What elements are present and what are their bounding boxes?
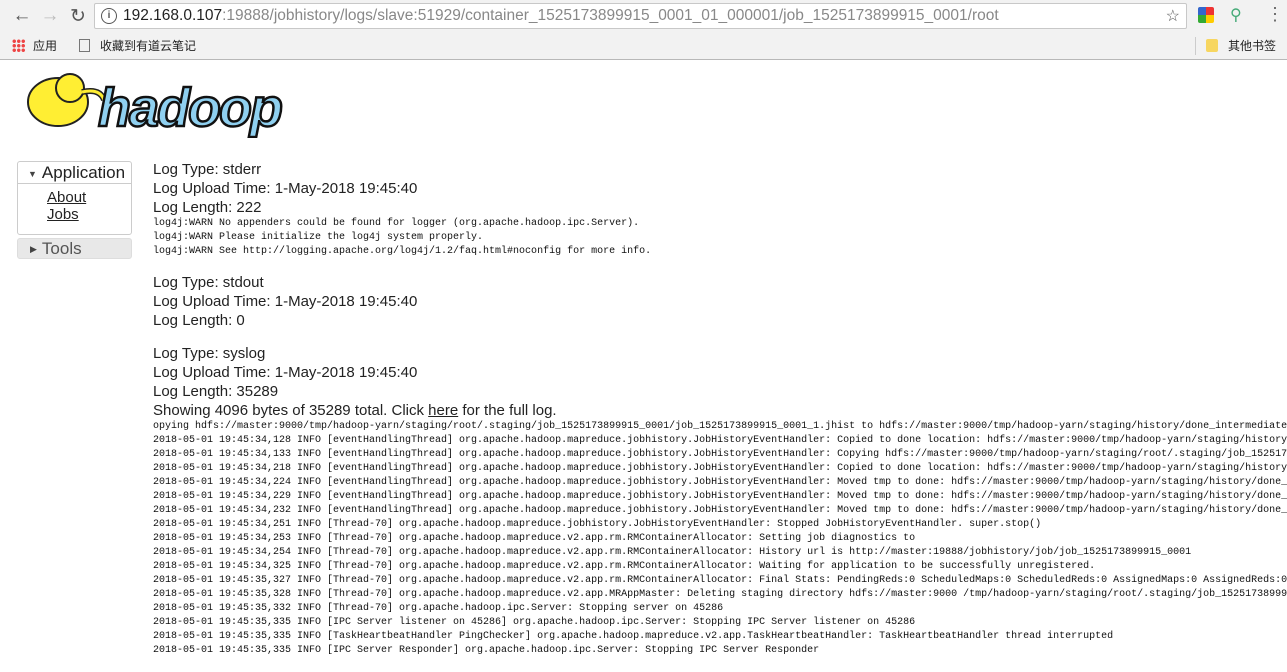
page-icon — [79, 39, 91, 52]
showing-notice: Showing 4096 bytes of 35289 total. Click… — [153, 401, 1287, 420]
log-section: Log Type: stderr Log Upload Time: 1-May-2… — [153, 160, 1287, 259]
log-line: 2018-05-01 19:45:34,128 INFO [eventHandl… — [153, 435, 1287, 446]
triangle-down-icon: ▼ — [28, 168, 37, 179]
sidebar-link-about[interactable]: About — [47, 189, 131, 206]
log-section: Log Type: syslog Log Upload Time: 1-May-2… — [153, 344, 1287, 658]
log-line: 2018-05-01 19:45:34,232 INFO [eventHandl… — [153, 505, 1287, 516]
log-line: log4j:WARN See http://logging.apache.org… — [153, 246, 652, 257]
log-line: opying hdfs://master:9000/tmp/hadoop-yar… — [153, 421, 1287, 432]
showing-text: Showing 4096 bytes of 35289 total. Click — [153, 402, 429, 419]
extension-icon[interactable] — [1198, 7, 1214, 23]
log-line: 2018-05-01 19:45:34,325 INFO [Thread-70]… — [153, 561, 1096, 572]
log-length: Log Length: 222 — [153, 199, 262, 216]
log-line: 2018-05-01 19:45:35,332 INFO [Thread-70]… — [153, 603, 724, 614]
log-line: 2018-05-01 19:45:35,335 INFO [TaskHeartb… — [153, 631, 1114, 642]
log-upload: Log Upload Time: 1-May-2018 19:45:40 — [153, 293, 418, 310]
back-icon[interactable]: ← — [8, 5, 36, 27]
address-bar[interactable]: i 192.168.0.107:19888/jobhistory/logs/sl… — [94, 3, 1187, 29]
log-line: 2018-05-01 19:45:34,251 INFO [Thread-70]… — [153, 519, 1042, 530]
log-upload: Log Upload Time: 1-May-2018 19:45:40 — [153, 364, 418, 381]
log-length: Log Length: 0 — [153, 312, 245, 329]
showing-text: for the full log. — [458, 402, 557, 419]
sidebar-link-jobs[interactable]: Jobs — [47, 206, 131, 223]
log-length: Log Length: 35289 — [153, 383, 279, 400]
triangle-right-icon: ▶ — [30, 244, 37, 255]
hadoop-logo: hadoop — [27, 73, 285, 138]
log-line: 2018-05-01 19:45:35,327 INFO [Thread-70]… — [153, 575, 1287, 586]
application-toggle[interactable]: ▼ Application — [18, 162, 131, 184]
log-type: Log Type: stderr — [153, 161, 262, 178]
menu-icon[interactable]: ⋮ — [1266, 4, 1284, 25]
apps-icon — [12, 39, 25, 52]
log-section: Log Type: stdout Log Upload Time: 1-May-2… — [153, 273, 1287, 330]
folder-icon — [1206, 39, 1218, 52]
info-icon[interactable]: i — [101, 8, 117, 24]
log-line: 2018-05-01 19:45:34,133 INFO [eventHandl… — [153, 449, 1287, 460]
bookmarks-bar: 应用 收藏到有道云笔记 其他书签 — [0, 32, 1287, 59]
bookmark-youdao[interactable]: 收藏到有道云笔记 — [69, 37, 196, 54]
log-line: 2018-05-01 19:45:34,254 INFO [Thread-70]… — [153, 547, 1192, 558]
reload-icon[interactable]: ↻ — [64, 5, 92, 28]
full-log-link[interactable]: here — [428, 402, 458, 419]
log-line: log4j:WARN No appenders could be found f… — [153, 218, 640, 229]
log-line: 2018-05-01 19:45:35,335 INFO [IPC Server… — [153, 617, 916, 628]
bookmark-label: 收藏到有道云笔记 — [100, 39, 197, 53]
bookmark-label: 应用 — [33, 39, 58, 53]
log-line: log4j:WARN Please initialize the log4j s… — [153, 232, 484, 243]
svg-text:hadoop: hadoop — [98, 78, 282, 138]
forward-icon[interactable]: → — [36, 5, 64, 27]
log-line: 2018-05-01 19:45:35,335 INFO [IPC Server… — [153, 645, 820, 656]
application-label: Application — [41, 163, 126, 182]
bookmark-star-icon[interactable]: ☆ — [1166, 6, 1180, 26]
log-line: 2018-05-01 19:45:35,328 INFO [Thread-70]… — [153, 589, 1287, 600]
log-line: 2018-05-01 19:45:34,229 INFO [eventHandl… — [153, 491, 1287, 502]
bookmark-label: 其他书签 — [1228, 39, 1277, 53]
log-line: 2018-05-01 19:45:34,253 INFO [Thread-70]… — [153, 533, 916, 544]
extension-icon[interactable]: ⚲ — [1230, 5, 1242, 25]
other-bookmarks[interactable]: 其他书签 — [1195, 36, 1277, 55]
log-line: 2018-05-01 19:45:34,218 INFO [eventHandl… — [153, 463, 1287, 474]
bookmark-apps[interactable]: 应用 — [12, 37, 57, 54]
sidebar-tools-toggle[interactable]: ▶ Tools — [17, 238, 132, 259]
log-type: Log Type: stdout — [153, 274, 264, 291]
url-host: 192.168.0.107 — [123, 7, 223, 24]
log-content: Log Type: stderr Log Upload Time: 1-May-2… — [153, 160, 1287, 672]
sidebar-application: ▼ Application About Jobs — [17, 161, 132, 235]
browser-chrome: ← → ↻ i 192.168.0.107:19888/jobhistory/l… — [0, 0, 1287, 60]
log-line: 2018-05-01 19:45:34,224 INFO [eventHandl… — [153, 477, 1287, 488]
log-type: Log Type: syslog — [153, 345, 266, 362]
tools-label: Tools — [41, 239, 82, 258]
url-path: :19888/jobhistory/logs/slave:51929/conta… — [222, 7, 999, 24]
log-upload: Log Upload Time: 1-May-2018 19:45:40 — [153, 180, 418, 197]
browser-toolbar: ← → ↻ i 192.168.0.107:19888/jobhistory/l… — [0, 0, 1287, 32]
